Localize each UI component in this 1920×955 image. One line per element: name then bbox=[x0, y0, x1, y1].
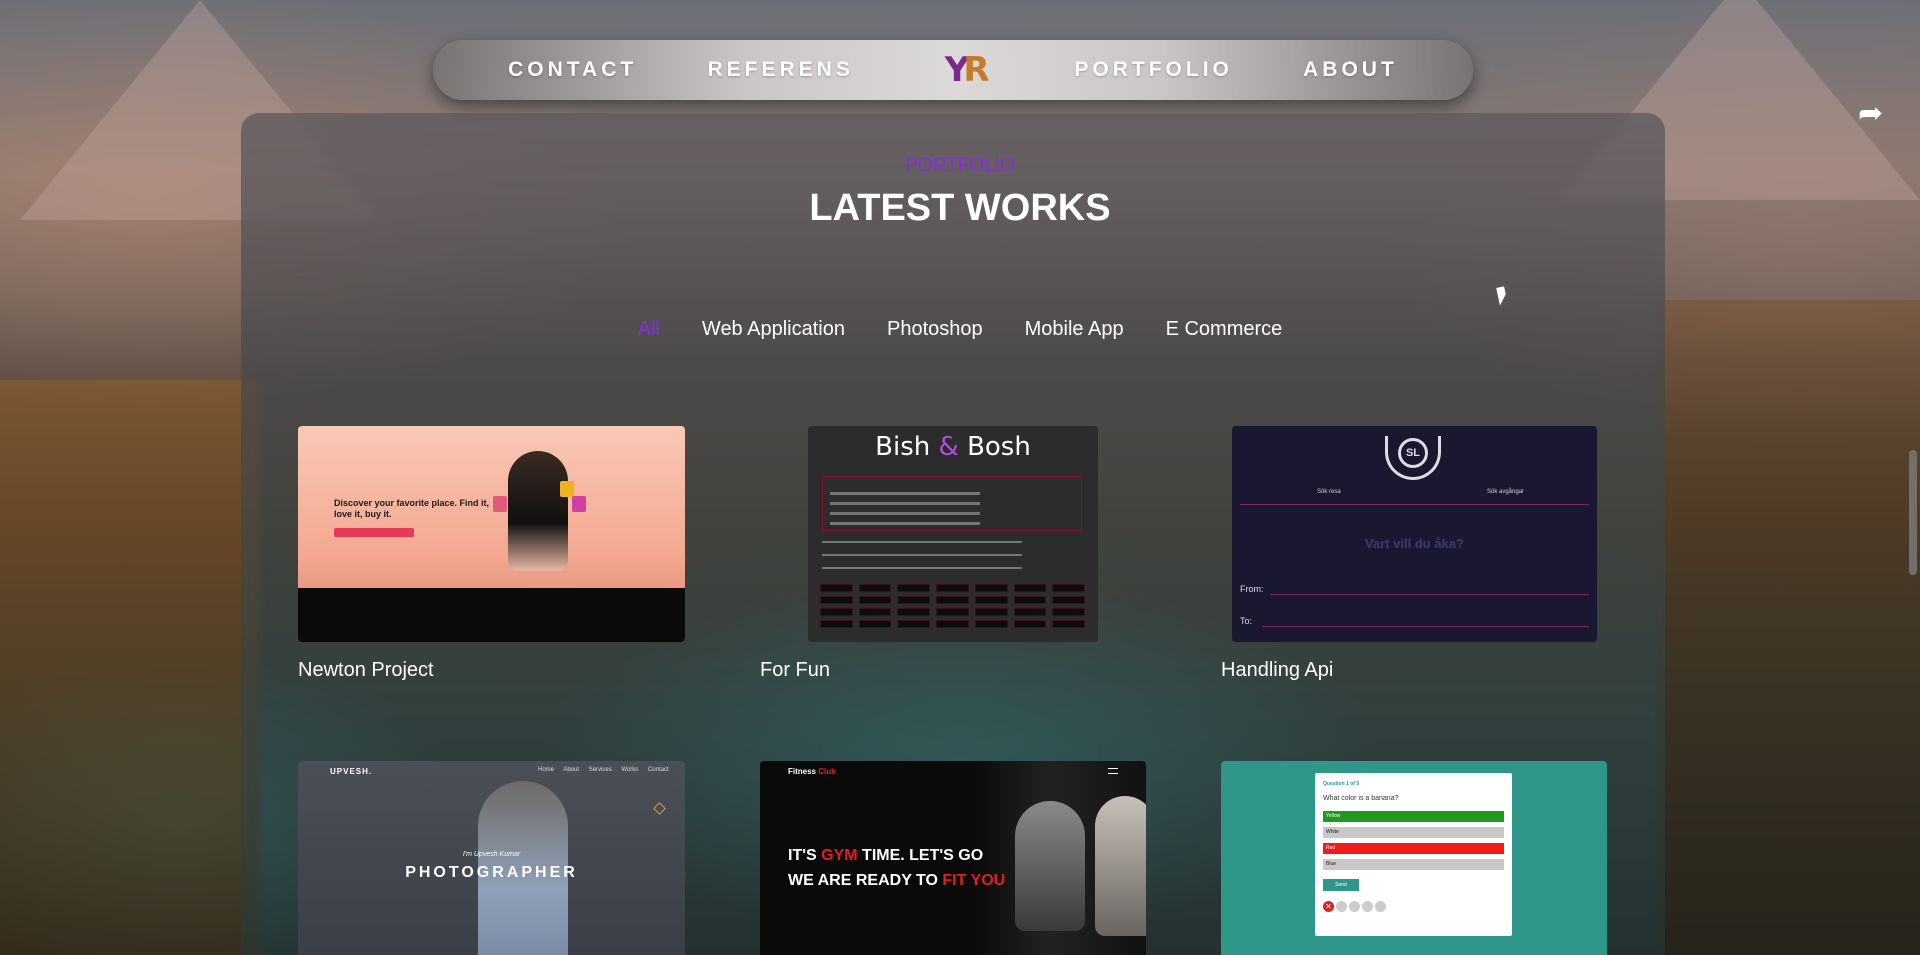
thumb-quiz-card: Question 1 of 5 What color is a banana? … bbox=[1315, 773, 1512, 936]
thumb-quiz-question: What color is a banana? bbox=[1323, 795, 1399, 802]
thumb-progress-dot bbox=[1362, 901, 1373, 912]
thumb-button bbox=[334, 528, 414, 537]
thumb-to-label: To: bbox=[1240, 616, 1253, 626]
thumb-logo: SL bbox=[1398, 438, 1428, 468]
thumb-quiz-option: White bbox=[1323, 827, 1504, 838]
filter-web-application[interactable]: Web Application bbox=[702, 318, 845, 341]
thumb-tab: Sök resa bbox=[1317, 489, 1341, 495]
thumb-rule-line bbox=[830, 502, 980, 505]
thumb-bag bbox=[572, 496, 586, 512]
project-thumbnail[interactable]: SL Sök resa Sök avgångar Vart vill du åk… bbox=[1232, 426, 1597, 642]
thumb-progress-dot bbox=[1375, 901, 1386, 912]
portfolio-filters: All Web Application Photoshop Mobile App… bbox=[0, 318, 1920, 341]
thumb-input-line bbox=[1270, 594, 1589, 595]
background-forest-left bbox=[0, 380, 260, 955]
page-scrollbar[interactable] bbox=[1904, 0, 1920, 955]
thumb-brand: UPVESH. bbox=[330, 767, 373, 776]
thumb-heading: Bish & Bosh bbox=[875, 432, 1031, 462]
thumb-slider bbox=[822, 541, 1022, 543]
thumb-quiz-header: Question 1 of 5 bbox=[1323, 781, 1360, 787]
menu-icon bbox=[1108, 768, 1118, 774]
thumb-athlete-image bbox=[1095, 796, 1146, 936]
project-thumbnail[interactable]: Question 1 of 5 What color is a banana? … bbox=[1221, 761, 1607, 955]
thumb-bag bbox=[560, 481, 574, 497]
thumb-menu: Home About Services Works Contact bbox=[538, 767, 669, 773]
nav-contact[interactable]: CONTACT bbox=[508, 58, 637, 82]
site-logo[interactable]: YR bbox=[924, 50, 1004, 90]
thumb-bag bbox=[493, 496, 507, 512]
thumb-headline: IT'S GYM TIME. LET'S GO bbox=[788, 847, 984, 864]
thumb-model-image bbox=[508, 451, 568, 571]
thumb-athlete-image bbox=[1015, 801, 1085, 931]
thumb-input-line bbox=[1262, 626, 1589, 627]
thumb-quiz-option: Yellow bbox=[1323, 811, 1504, 822]
thumb-quiz-option: Blue bbox=[1323, 859, 1504, 870]
section-title: LATEST WORKS bbox=[809, 187, 1111, 229]
thumb-headline: WE ARE READY TO FIT YOU bbox=[788, 872, 1006, 889]
thumb-button-grid bbox=[820, 584, 1085, 628]
thumb-quiz-option: Red bbox=[1323, 843, 1504, 854]
thumb-intro: I'm Upvesh Kumar bbox=[462, 851, 521, 858]
thumb-question: Vart vill du åka? bbox=[1365, 536, 1464, 551]
section-subtitle: PORTFOLIO bbox=[905, 155, 1015, 176]
thumb-role: PHOTOGRAPHER bbox=[405, 864, 578, 881]
project-title[interactable]: For Fun bbox=[760, 659, 830, 682]
thumb-diamond-icon bbox=[653, 802, 666, 815]
filter-mobile-app[interactable]: Mobile App bbox=[1025, 318, 1124, 341]
thumb-progress-dot bbox=[1336, 901, 1347, 912]
filter-e-commerce[interactable]: E Commerce bbox=[1166, 318, 1283, 341]
thumb-from-label: From: bbox=[1240, 584, 1264, 594]
project-title[interactable]: Handling Api bbox=[1221, 659, 1333, 682]
scrollbar-thumb[interactable] bbox=[1909, 450, 1917, 575]
thumb-quiz-send: Send bbox=[1323, 879, 1359, 891]
thumb-divider bbox=[1240, 504, 1589, 505]
project-title[interactable]: Newton Project bbox=[298, 659, 434, 682]
nav-referens[interactable]: REFERENS bbox=[707, 58, 853, 82]
project-thumbnail[interactable]: UPVESH. Home About Services Works Contac… bbox=[298, 761, 685, 955]
filter-all[interactable]: All bbox=[638, 318, 660, 341]
thumb-wrong-icon: ✕ bbox=[1323, 901, 1334, 912]
top-navigation: CONTACT REFERENS YR PORTFOLIO ABOUT bbox=[433, 40, 1473, 100]
share-icon[interactable]: ➦ bbox=[1858, 99, 1890, 129]
project-thumbnail[interactable]: Bish & Bosh bbox=[808, 426, 1098, 642]
project-thumbnail[interactable]: Fitness Club IT'S GYM TIME. LET'S GO WE … bbox=[760, 761, 1146, 955]
nav-about[interactable]: ABOUT bbox=[1303, 58, 1398, 82]
nav-portfolio[interactable]: PORTFOLIO bbox=[1074, 58, 1233, 82]
thumb-headline: Discover your favorite place. Find it, l… bbox=[334, 498, 490, 519]
background-forest-right bbox=[1660, 300, 1920, 955]
thumb-rule-line bbox=[830, 522, 980, 525]
thumb-progress-dot bbox=[1349, 901, 1360, 912]
thumb-rule-line bbox=[830, 512, 980, 515]
project-thumbnail[interactable]: Discover your favorite place. Find it, l… bbox=[298, 426, 685, 642]
filter-photoshop[interactable]: Photoshop bbox=[887, 318, 983, 341]
thumb-slider bbox=[822, 567, 1022, 569]
thumb-slider bbox=[822, 554, 1022, 556]
thumb-tab: Sök avgångar bbox=[1487, 489, 1525, 495]
thumb-rule-line bbox=[830, 492, 980, 495]
thumb-brand: Fitness Club bbox=[788, 767, 837, 776]
